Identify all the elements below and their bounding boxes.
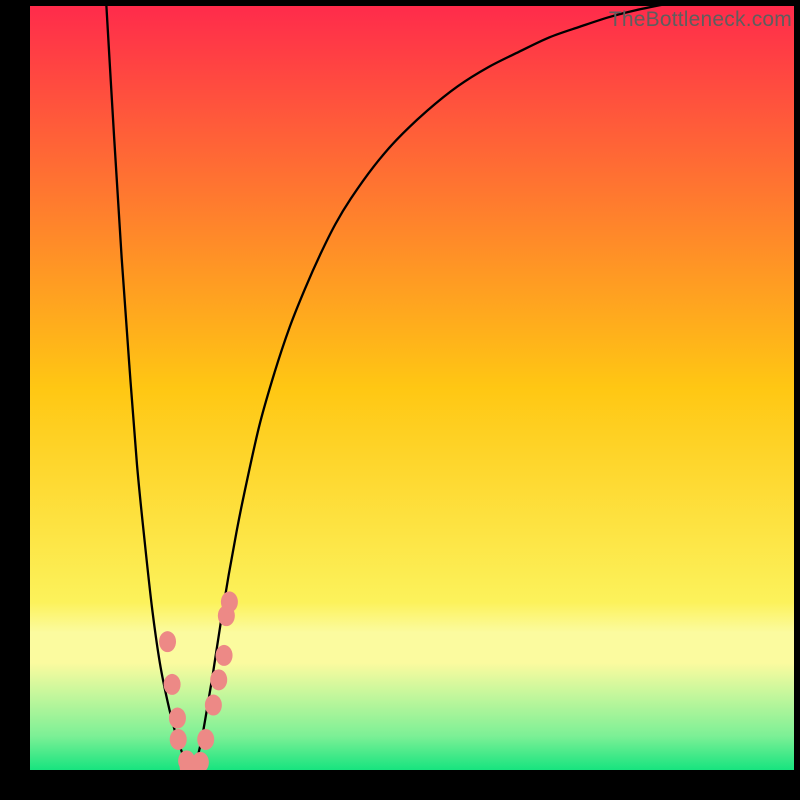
data-marker <box>210 669 227 690</box>
data-marker <box>197 729 214 750</box>
watermark-text: TheBottleneck.com <box>609 8 792 32</box>
data-marker <box>205 695 222 716</box>
plot-area <box>30 6 794 770</box>
data-marker <box>170 729 187 750</box>
data-marker <box>221 591 238 612</box>
data-marker <box>164 674 181 695</box>
data-marker <box>159 631 176 652</box>
chart-svg <box>30 6 794 770</box>
data-marker <box>169 708 186 729</box>
data-marker <box>216 645 233 666</box>
gradient-background <box>30 6 794 770</box>
chart-frame: TheBottleneck.com <box>0 0 800 800</box>
